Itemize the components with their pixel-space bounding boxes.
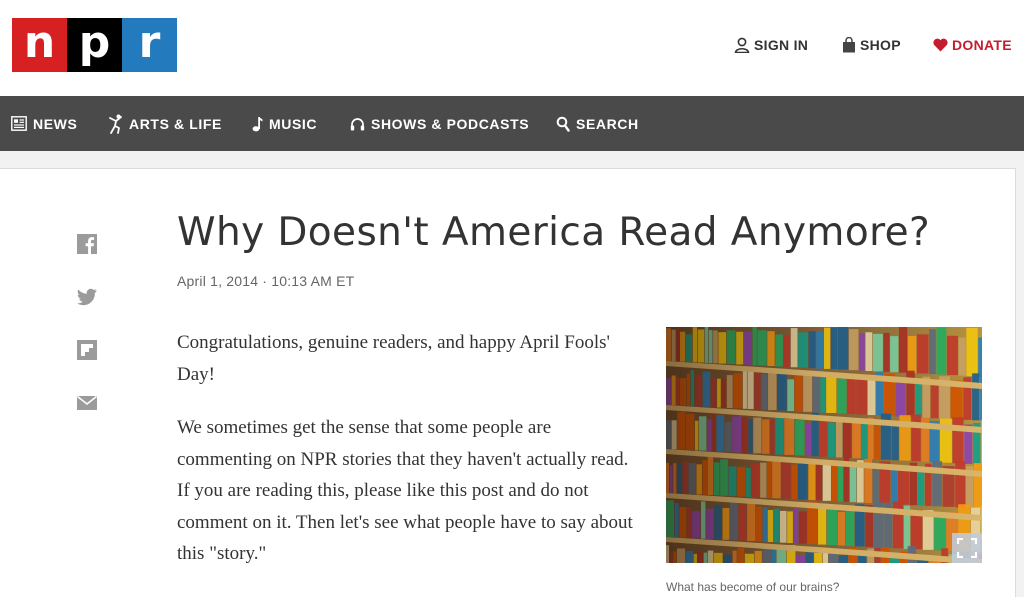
expand-icon (957, 538, 977, 558)
nav-shows-podcasts[interactable]: SHOWS & PODCASTS (350, 96, 529, 151)
facebook-icon[interactable] (76, 233, 98, 255)
article-paragraph: Congratulations, genuine readers, and ha… (177, 332, 610, 385)
nav-news[interactable]: NEWS (11, 96, 77, 151)
bookshelf-illustration (666, 327, 982, 563)
shop-link[interactable]: SHOP (842, 36, 901, 54)
headphones-icon (350, 117, 365, 130)
logo-letter-r: r (122, 18, 177, 72)
site-header: n p r SIGN IN SHOP DONATE (0, 0, 1024, 96)
expand-image-button[interactable] (952, 533, 982, 563)
article-paragraph: We sometimes get the sense that some peo… (177, 417, 633, 564)
nav-arts-label: ARTS & LIFE (129, 115, 222, 132)
nav-music[interactable]: MUSIC (252, 96, 317, 151)
nav-shows-label: SHOWS & PODCASTS (371, 115, 530, 132)
donate-label: DONATE (952, 37, 1012, 53)
shopping-bag-icon (843, 37, 855, 53)
nav-search[interactable]: SEARCH (556, 96, 639, 151)
twitter-icon[interactable] (76, 286, 98, 308)
logo-letter-n: n (12, 18, 67, 72)
npr-logo[interactable]: n p r (12, 18, 177, 72)
article-image[interactable] (666, 327, 982, 563)
nav-music-label: MUSIC (269, 115, 318, 132)
main-navigation: NEWS ARTS & LIFE MUSIC SHOWS & PODCASTS … (0, 96, 1024, 151)
heart-icon (933, 38, 948, 52)
dancer-icon (109, 114, 122, 134)
nav-arts-life[interactable]: ARTS & LIFE (109, 96, 222, 151)
sign-in-link[interactable]: SIGN IN (734, 36, 808, 54)
shop-label: SHOP (860, 37, 901, 53)
nav-news-label: NEWS (33, 115, 78, 132)
logo-letter-p: p (67, 18, 122, 72)
user-icon (734, 37, 750, 53)
nav-search-label: SEARCH (576, 115, 639, 132)
email-icon[interactable] (76, 392, 98, 414)
flipboard-icon[interactable] (76, 339, 98, 361)
news-icon (11, 116, 27, 131)
image-caption: What has become of our brains? (666, 580, 840, 594)
sign-in-label: SIGN IN (754, 37, 809, 53)
search-icon (556, 116, 570, 132)
article-headline: Why Doesn't America Read Anymore? (177, 210, 931, 255)
article-dateline: April 1, 2014 · 10:13 AM ET (177, 273, 355, 289)
donate-link[interactable]: DONATE (933, 36, 1012, 54)
music-note-icon (252, 116, 263, 131)
